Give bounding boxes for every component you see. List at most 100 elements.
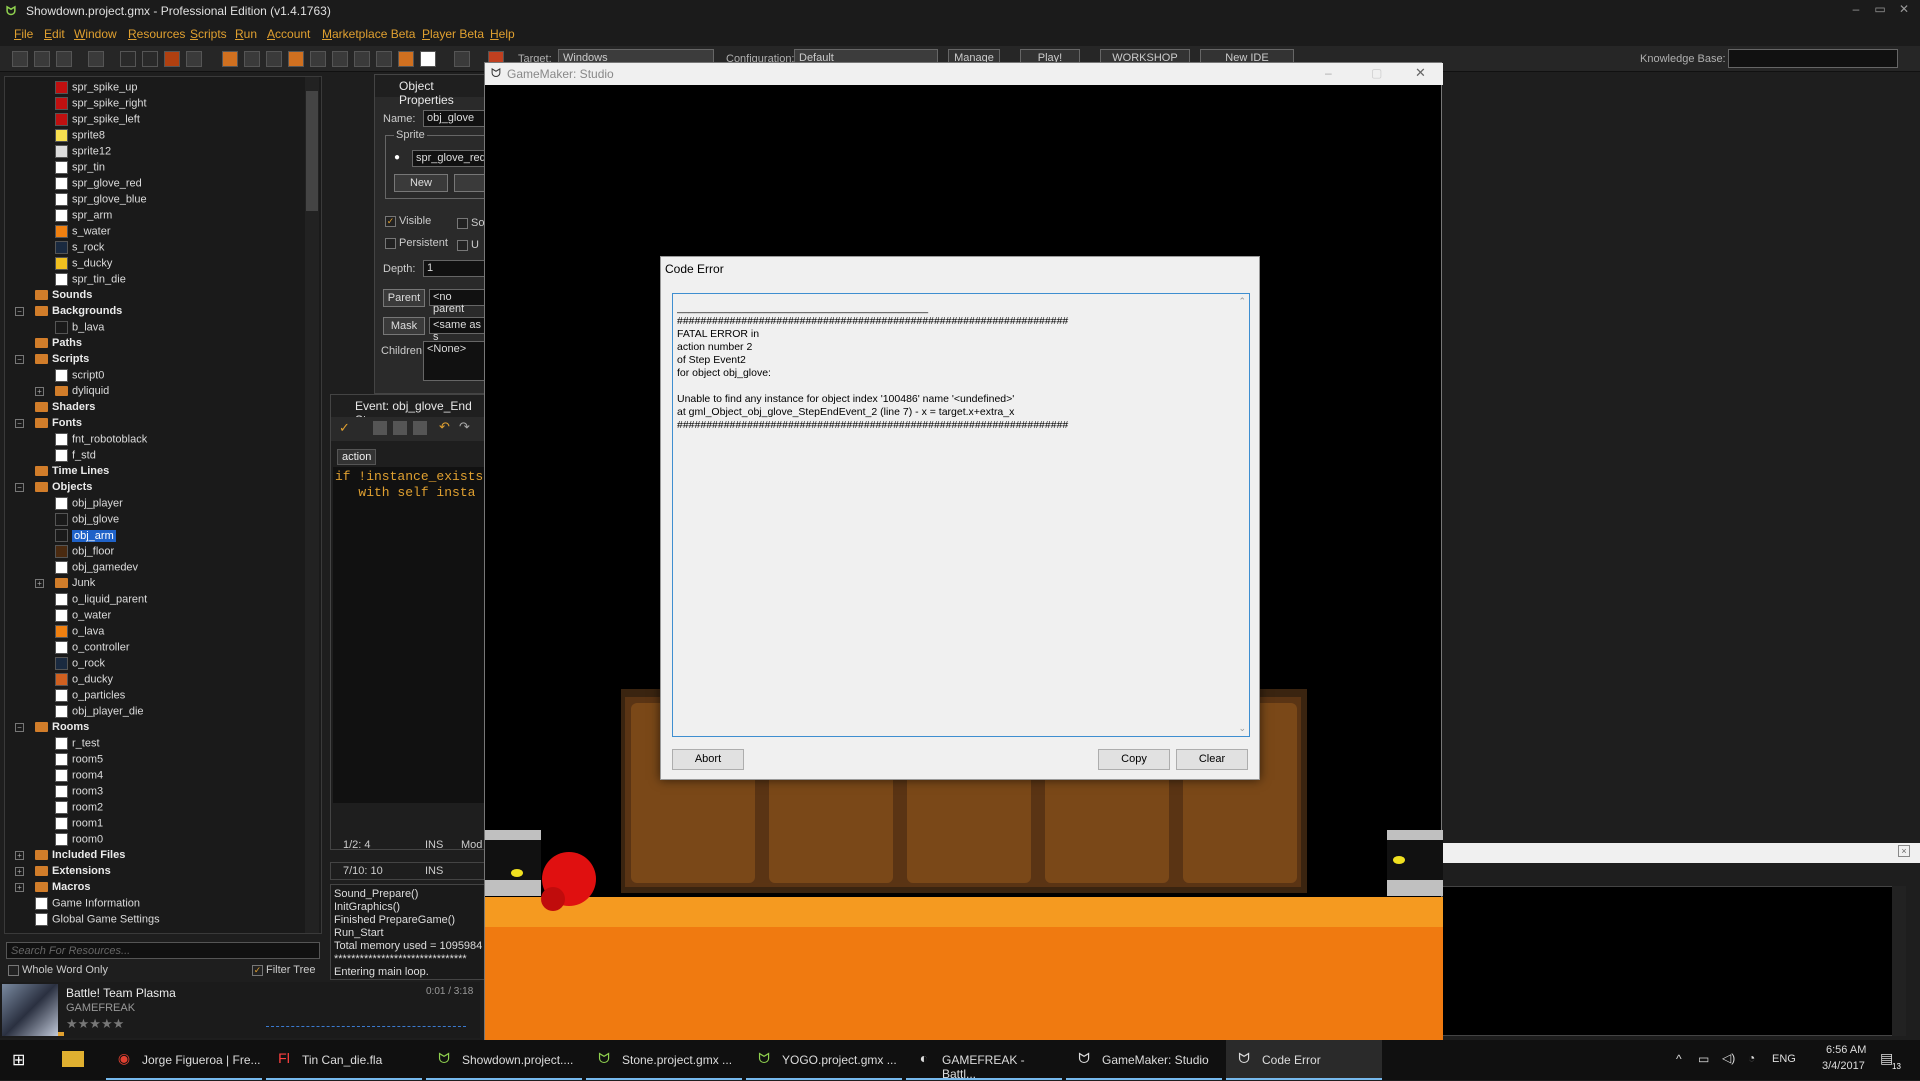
visible-checkbox[interactable]: ✓ Visible xyxy=(385,215,431,227)
resource-search-input[interactable]: Search For Resources... xyxy=(6,942,320,959)
mask-button[interactable]: Mask xyxy=(383,317,425,335)
expand-icon[interactable]: + xyxy=(15,867,24,876)
tree-folder[interactable]: + dyliquid xyxy=(35,385,109,401)
tree-item[interactable]: room4 xyxy=(55,769,103,785)
timeline-icon[interactable] xyxy=(376,51,392,67)
output-scrollbar[interactable] xyxy=(1892,886,1906,1036)
tree-item[interactable]: spr_tin_die xyxy=(55,273,126,289)
menu-run[interactable]: Run xyxy=(235,27,257,41)
global-settings-icon[interactable] xyxy=(454,51,470,67)
expand-icon[interactable]: + xyxy=(35,387,44,396)
tree-item[interactable]: o_liquid_parent xyxy=(55,593,147,609)
tree-item[interactable]: o_particles xyxy=(55,689,125,705)
new-project-icon[interactable] xyxy=(12,51,28,67)
clock-time[interactable]: 6:56 AM xyxy=(1826,1044,1866,1056)
object-icon[interactable] xyxy=(398,51,414,67)
checkbox-box[interactable] xyxy=(457,217,468,229)
tree-item[interactable]: obj_player_die xyxy=(55,705,144,721)
volume-icon[interactable]: ◁) xyxy=(1722,1051,1735,1065)
stop-icon[interactable] xyxy=(164,51,180,67)
file-explorer-icon[interactable] xyxy=(62,1051,84,1067)
clean-icon[interactable] xyxy=(186,51,202,67)
tree-item[interactable]: obj_floor xyxy=(55,545,114,561)
tree-item[interactable]: script0 xyxy=(55,369,104,385)
tree-folder[interactable]: Sounds xyxy=(35,289,92,305)
tree-folder[interactable]: + Extensions xyxy=(15,865,111,881)
menu-scripts[interactable]: Scripts xyxy=(190,27,227,41)
windows-start-icon[interactable]: ⊞ xyxy=(12,1050,25,1070)
tree-item[interactable]: room2 xyxy=(55,801,103,817)
taskbar-item[interactable]: ◉ Jorge Figueroa | Fre... xyxy=(106,1040,262,1080)
solid-checkbox[interactable]: So xyxy=(457,217,484,229)
tree-item[interactable]: spr_tin xyxy=(55,161,105,177)
checkbox-box[interactable]: ✓ xyxy=(385,215,396,227)
tab-action[interactable]: action xyxy=(337,449,377,465)
tree-item[interactable]: o_lava xyxy=(55,625,104,641)
tree-folder[interactable]: Time Lines xyxy=(35,465,109,481)
open-project-icon[interactable] xyxy=(34,51,50,67)
expand-icon[interactable]: + xyxy=(15,883,24,892)
whole-word-checkbox[interactable]: Whole Word Only xyxy=(8,964,108,976)
depth-input[interactable]: 1 xyxy=(423,260,487,277)
game-minimize-button[interactable]: – xyxy=(1325,66,1332,80)
tree-folder[interactable]: Shaders xyxy=(35,401,95,417)
tree-item[interactable]: sprite8 xyxy=(55,129,105,145)
tree-item[interactable]: obj_player xyxy=(55,497,123,513)
menu-file[interactable]: File xyxy=(14,27,33,41)
tree-item[interactable]: spr_arm xyxy=(55,209,112,225)
tree-item[interactable]: fnt_robotoblack xyxy=(55,433,147,449)
save-file-icon[interactable] xyxy=(393,421,407,435)
tree-item[interactable]: Global Game Settings xyxy=(35,913,160,929)
taskbar-item[interactable]: ◐ GAMEFREAK - Battl... xyxy=(906,1040,1062,1081)
tree-folder[interactable]: Paths xyxy=(35,337,82,353)
sound-icon[interactable] xyxy=(244,51,260,67)
tree-item[interactable]: spr_spike_up xyxy=(55,81,137,97)
new-sprite-button[interactable]: New xyxy=(394,174,448,192)
code-area[interactable]: if !instance_exists with self insta xyxy=(333,467,485,803)
progress-bar[interactable] xyxy=(266,1026,466,1027)
knowledge-base-input[interactable] xyxy=(1728,49,1898,68)
close-output-icon[interactable]: × xyxy=(1898,845,1910,857)
tree-item[interactable]: s_ducky xyxy=(55,257,112,273)
menu-account[interactable]: Account xyxy=(267,27,310,41)
tree-item[interactable]: r_test xyxy=(55,737,100,753)
tree-folder[interactable]: − Rooms xyxy=(15,721,89,737)
tree-folder[interactable]: − Backgrounds xyxy=(15,305,122,321)
tree-folder[interactable]: + Included Files xyxy=(15,849,125,865)
background-icon[interactable] xyxy=(266,51,282,67)
wifi-icon[interactable]: ◔ xyxy=(1748,1051,1755,1065)
game-close-button[interactable]: ✕ xyxy=(1415,65,1426,81)
collapse-icon[interactable]: − xyxy=(15,723,24,732)
collapse-icon[interactable]: − xyxy=(15,419,24,428)
collapse-icon[interactable]: − xyxy=(15,483,24,492)
parent-button[interactable]: Parent xyxy=(383,289,425,307)
tree-folder[interactable]: − Scripts xyxy=(15,353,89,369)
maximize-button[interactable]: ▭ xyxy=(1870,2,1890,18)
name-input[interactable]: obj_glove xyxy=(423,110,487,127)
collapse-icon[interactable]: − xyxy=(15,355,24,364)
menu-player-beta[interactable]: Player Beta xyxy=(422,27,484,41)
tree-folder[interactable]: + Junk xyxy=(35,577,95,593)
undo-icon[interactable]: ↶ xyxy=(439,419,450,435)
persistent-checkbox[interactable]: Persistent xyxy=(385,237,448,249)
taskbar-item[interactable]: Fl Tin Can_die.fla xyxy=(266,1040,422,1080)
tree-item[interactable]: room1 xyxy=(55,817,103,833)
tree-folder[interactable]: − Objects xyxy=(15,481,92,497)
battery-icon[interactable]: ▭ xyxy=(1698,1052,1709,1066)
collapse-icon[interactable]: − xyxy=(15,307,24,316)
tree-item[interactable]: room3 xyxy=(55,785,103,801)
tree-item[interactable]: o_rock xyxy=(55,657,105,673)
tree-item[interactable]: room0 xyxy=(55,833,103,849)
tree-item[interactable]: o_controller xyxy=(55,641,129,657)
parent-select[interactable]: <no parent xyxy=(429,289,487,315)
tree-item[interactable]: obj_gamedev xyxy=(55,561,138,577)
abort-button[interactable]: Abort xyxy=(672,749,744,770)
menu-help[interactable]: Help xyxy=(490,27,515,41)
tree-folder[interactable]: − Fonts xyxy=(15,417,82,433)
save-project-icon[interactable] xyxy=(56,51,72,67)
menu-window[interactable]: Window xyxy=(74,27,117,41)
font-icon[interactable] xyxy=(354,51,370,67)
tree-item[interactable]: spr_spike_right xyxy=(55,97,147,113)
tree-item[interactable]: o_water xyxy=(55,609,111,625)
tree-item[interactable]: f_std xyxy=(55,449,96,465)
